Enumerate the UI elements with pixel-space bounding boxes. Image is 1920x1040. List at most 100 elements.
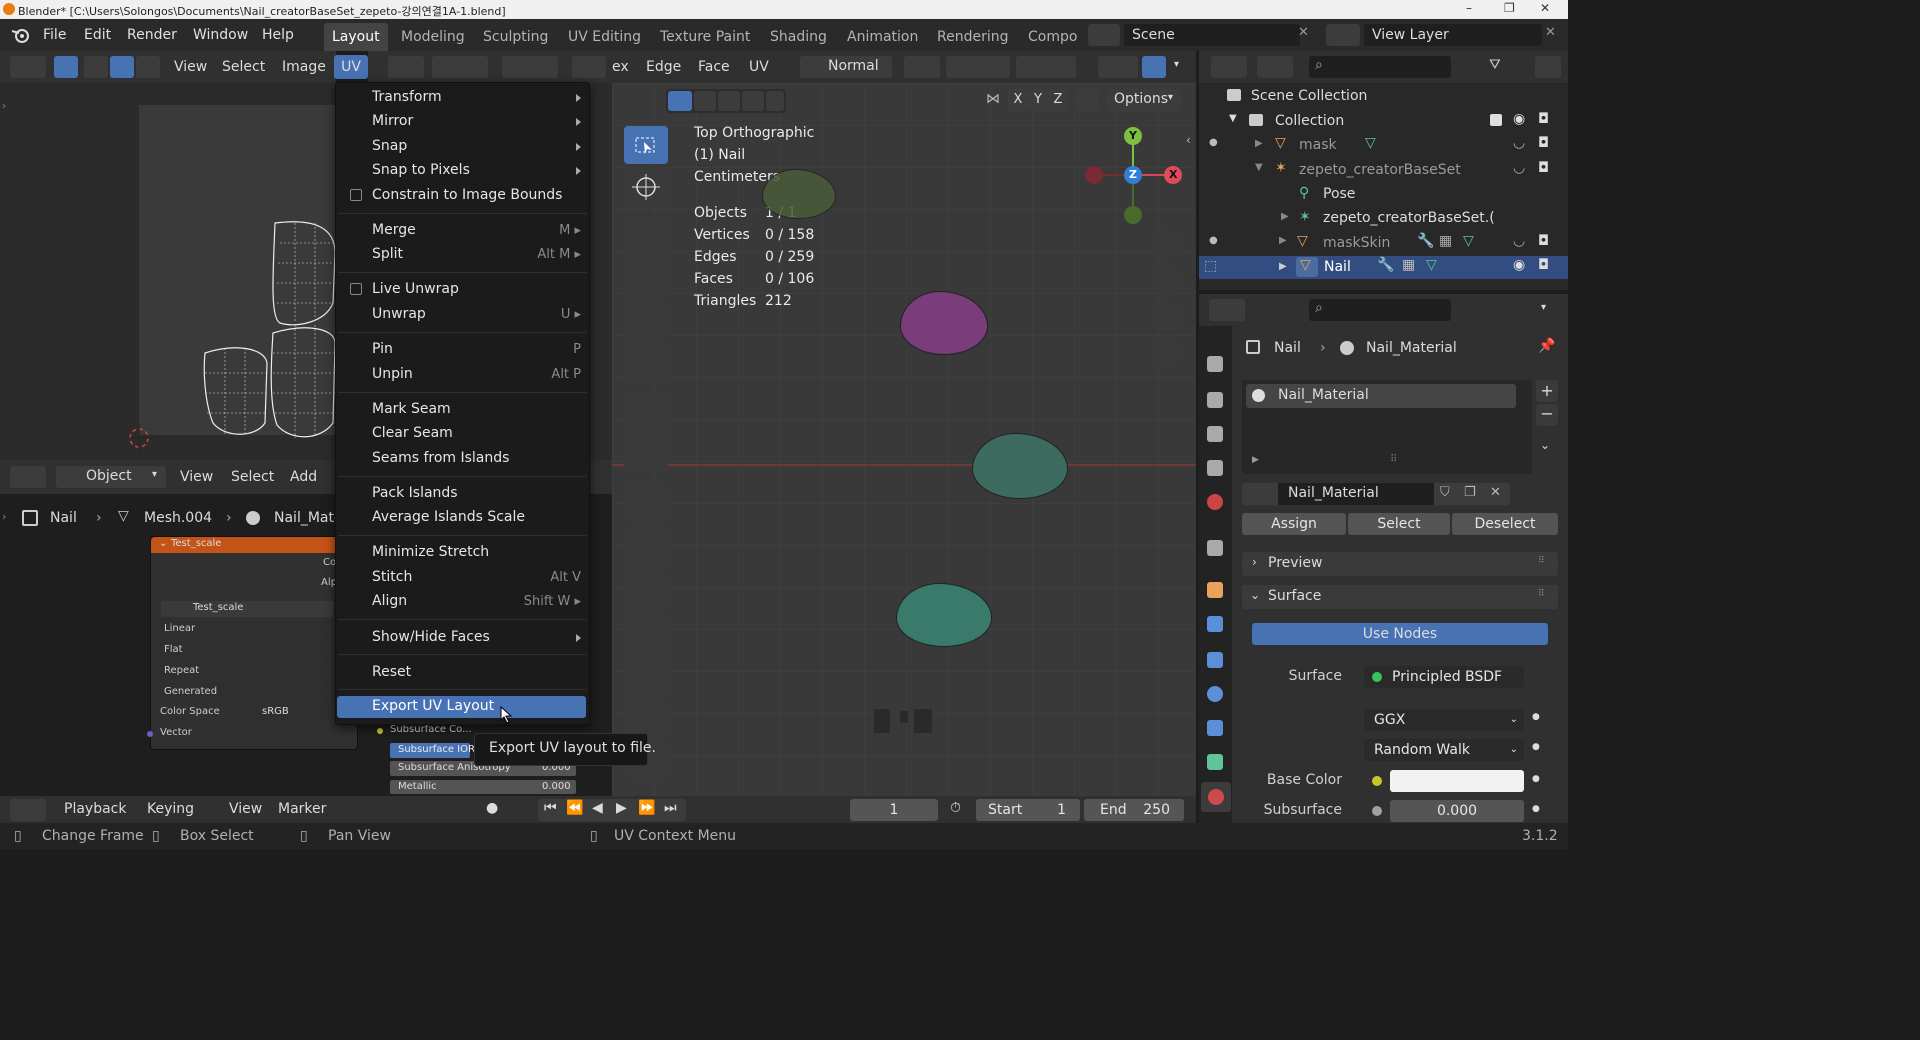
timeline-editor-type[interactable] <box>10 799 46 821</box>
eye-closed-icon[interactable]: ◡ <box>1513 233 1525 249</box>
menu-item-export-uv-layout[interactable]: Export UV Layout <box>372 698 494 714</box>
timeline-menu-marker[interactable]: Marker <box>278 801 326 817</box>
use-nodes-button[interactable]: Use Nodes <box>1252 623 1548 645</box>
proportional-edit-button[interactable] <box>502 56 558 78</box>
mirror-z-toggle[interactable]: Z <box>1048 89 1068 111</box>
menu-item-show-hide-faces[interactable]: Show/Hide Faces <box>372 629 490 645</box>
view-layer-remove-icon[interactable]: ✕ <box>1545 25 1556 40</box>
distribution-dropdown[interactable]: GGX ⌄ <box>1364 709 1524 731</box>
proportional-toggle[interactable] <box>1016 56 1076 78</box>
interpolation-dropdown[interactable]: Linear <box>158 620 328 638</box>
visibility-dropdown[interactable] <box>1098 56 1138 78</box>
timeline-menu-keying[interactable]: Keying <box>147 801 194 817</box>
select-button[interactable]: Select <box>1348 513 1450 535</box>
loop-cut-tool[interactable] <box>624 658 668 696</box>
constrain-checkbox[interactable] <box>350 189 362 201</box>
bevel-tool[interactable] <box>624 615 668 653</box>
zoom-icon[interactable] <box>1152 229 1182 259</box>
start-frame-field[interactable]: Start 1 <box>976 799 1080 821</box>
filter-icon[interactable]: ⛛ <box>1489 57 1501 73</box>
remove-slot-button[interactable]: − <box>1536 404 1558 426</box>
link-dropdown[interactable] <box>1522 483 1558 505</box>
menu-render[interactable]: Render <box>127 27 177 43</box>
menu-item-mirror[interactable]: Mirror <box>372 113 413 129</box>
menu-window[interactable]: Window <box>193 27 248 43</box>
color-space-dropdown[interactable]: sRGB <box>256 704 332 720</box>
outliner-item-pose[interactable]: Pose <box>1323 186 1355 202</box>
move-tool[interactable] <box>624 217 668 255</box>
socket-color[interactable] <box>377 728 383 734</box>
live-unwrap-checkbox[interactable] <box>350 283 362 295</box>
outliner-item-mask[interactable]: mask <box>1299 137 1337 153</box>
image-browse-button[interactable] <box>572 56 606 78</box>
camera-render-icon[interactable]: ◘ <box>1538 257 1549 273</box>
viewport-menu-face[interactable]: Face <box>698 59 730 75</box>
unlink-icon[interactable]: ✕ <box>1490 485 1501 500</box>
breadcrumb-material[interactable]: Nail_Mate <box>274 510 343 526</box>
material-slot-list[interactable]: Nail_Material ▶ ⠿ <box>1242 380 1532 474</box>
properties-search-input[interactable]: ⌕ <box>1309 299 1451 321</box>
image-selector[interactable]: Test_scale <box>161 601 333 617</box>
minimize-button[interactable]: – <box>1466 1 1472 15</box>
add-slot-button[interactable]: + <box>1536 380 1558 402</box>
node-editor-type-button[interactable] <box>10 466 46 488</box>
next-keyframe-icon[interactable]: ⏩ <box>638 800 655 816</box>
expand-arrow-icon[interactable]: ▶ <box>1252 455 1259 465</box>
transform-tool[interactable] <box>624 343 668 381</box>
outliner-item-nail[interactable]: Nail <box>1324 259 1351 275</box>
camera-render-icon[interactable]: ◘ <box>1538 135 1549 151</box>
menu-item-mark-seam[interactable]: Mark Seam <box>372 401 451 417</box>
outliner-item-armature-data[interactable]: zepeto_creatorBaseSet.( <box>1323 210 1495 226</box>
play-icon[interactable]: ▶ <box>616 800 627 816</box>
scale-tool[interactable] <box>624 300 668 338</box>
current-frame-field[interactable]: 1 <box>850 799 938 821</box>
view-layer-tab-icon[interactable] <box>1207 460 1223 476</box>
options-dropdown[interactable]: Options ▾ <box>1106 89 1182 111</box>
add-cube-tool[interactable] <box>624 484 668 522</box>
menu-item-unpin[interactable]: Unpin <box>372 366 413 382</box>
camera-icon[interactable] <box>1152 301 1182 331</box>
expand-arrow-icon[interactable]: ▶ <box>1255 138 1263 149</box>
properties-editor-type[interactable] <box>1209 299 1245 321</box>
menu-item-unwrap[interactable]: Unwrap <box>372 306 426 322</box>
sync-selection-toggle[interactable] <box>54 56 78 78</box>
playback-controls[interactable]: ⏮ ⏪ ◀ ▶ ⏩ ⏭ <box>538 799 686 821</box>
tab-texture-paint[interactable]: Texture Paint <box>660 29 750 45</box>
stopwatch-icon[interactable]: ⏱ <box>950 800 961 816</box>
rotate-tool[interactable] <box>624 258 668 296</box>
menu-item-constrain-to-image-bounds[interactable]: Constrain to Image Bounds <box>372 187 562 203</box>
material-name-field[interactable]: Nail_Material <box>1278 483 1434 505</box>
keyframe-dot-icon[interactable]: ● <box>1532 712 1540 722</box>
gizmo-toggle[interactable] <box>1142 56 1166 78</box>
material-browse-button[interactable] <box>1242 483 1278 505</box>
node-title-bar[interactable]: ⌄ Test_scale <box>151 537 357 553</box>
mirror-y-toggle[interactable]: Y <box>1028 89 1048 111</box>
scene-field[interactable]: Scene <box>1124 24 1300 46</box>
menu-item-pack-islands[interactable]: Pack Islands <box>372 485 458 501</box>
checkbox-icon[interactable] <box>1490 114 1502 126</box>
drag-grip-icon[interactable]: ⠿ <box>1538 556 1545 566</box>
camera-render-icon[interactable]: ◘ <box>1538 160 1549 176</box>
outliner-search-input[interactable]: ⌕ <box>1309 56 1451 78</box>
menu-item-snap[interactable]: Snap <box>372 138 407 154</box>
pin-icon[interactable]: 📌 <box>1538 338 1555 354</box>
expand-arrow-icon[interactable]: ▼ <box>1255 162 1263 173</box>
deselect-button[interactable]: Deselect <box>1452 513 1558 535</box>
eye-icon[interactable]: ◉ <box>1513 257 1525 273</box>
viewport-menu-vertex[interactable]: ex <box>612 59 629 75</box>
eye-icon[interactable]: ◉ <box>1513 111 1525 127</box>
duplicate-icon[interactable]: ❐ <box>1464 485 1476 500</box>
annotate-tool[interactable] <box>624 392 668 430</box>
inset-tool[interactable] <box>624 572 668 610</box>
source-dropdown[interactable]: Generated <box>158 683 328 701</box>
2d-cursor-icon[interactable] <box>124 423 154 453</box>
keyframe-dot-icon[interactable]: ● <box>1532 804 1540 814</box>
uv-menu-image[interactable]: Image <box>282 59 326 75</box>
3d-viewport[interactable]: ⋈ X Y Z Options ▾ Top Orthographic (1) N… <box>612 83 1196 796</box>
blender-menu-icon[interactable] <box>10 25 32 45</box>
menu-file[interactable]: File <box>43 27 66 43</box>
menu-item-transform[interactable]: Transform <box>372 89 442 105</box>
tool-settings-tab-icon[interactable] <box>1207 356 1223 372</box>
menu-item-align[interactable]: Align <box>372 593 407 609</box>
pivot-point-button[interactable] <box>388 56 424 78</box>
